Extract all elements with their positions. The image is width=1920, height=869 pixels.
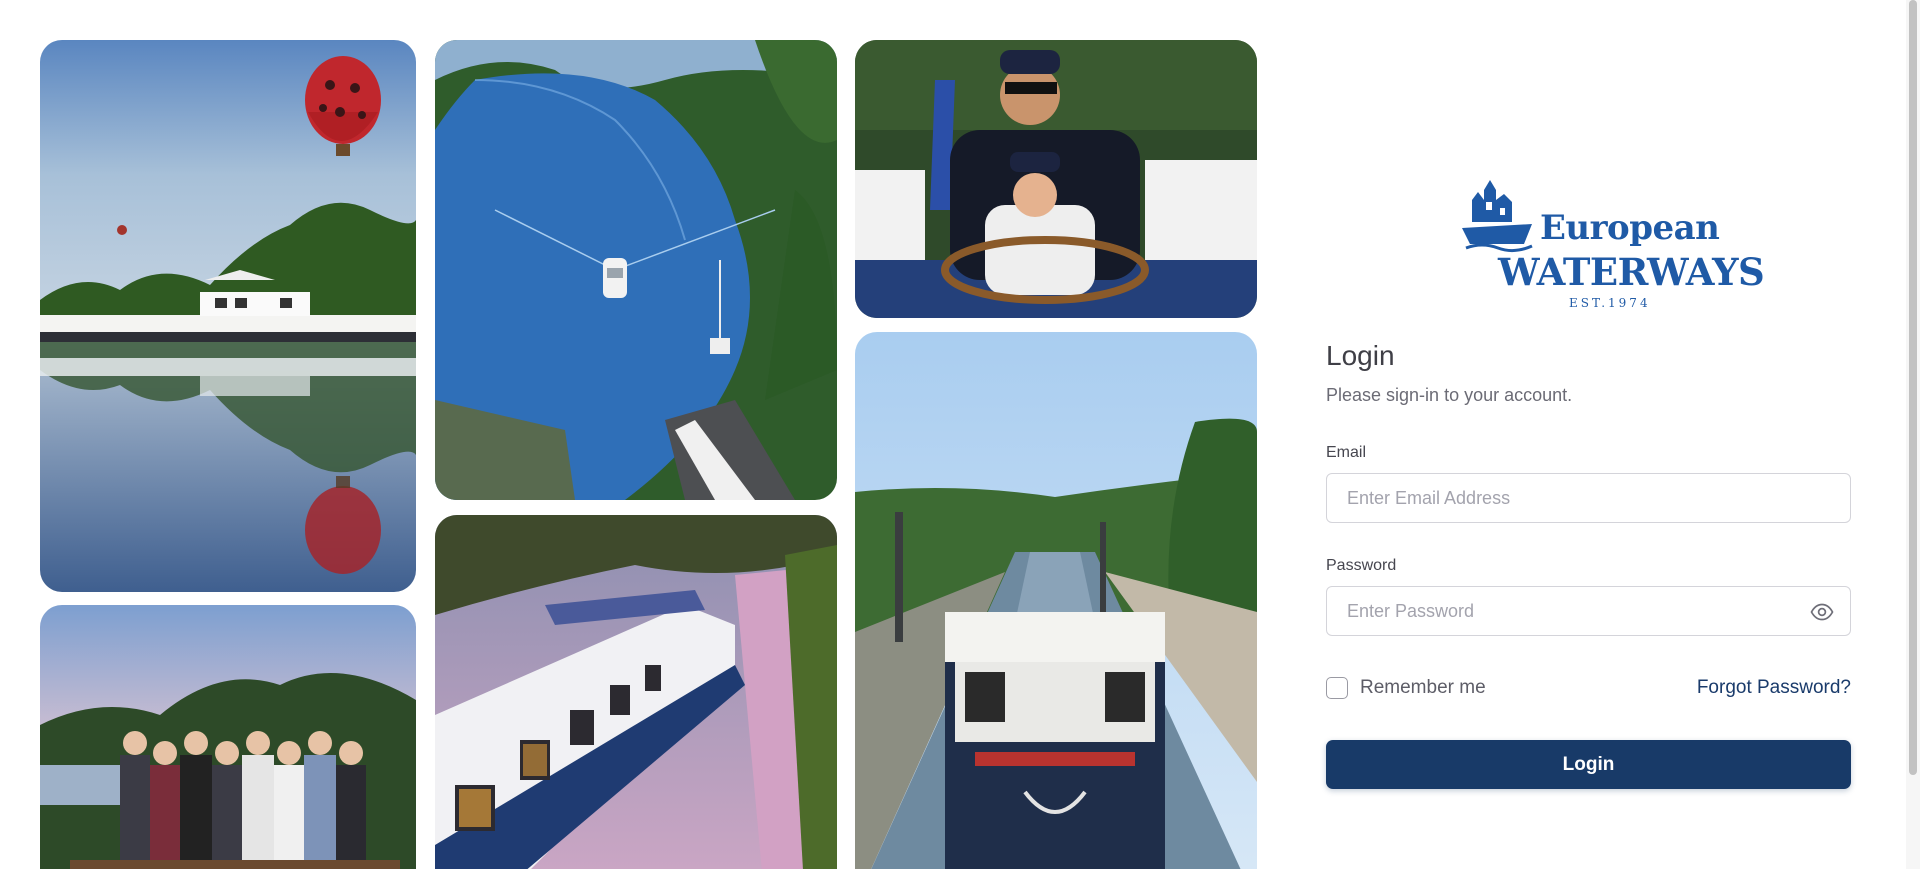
login-subtitle: Please sign-in to your account. — [1326, 385, 1573, 405]
remember-me[interactable]: Remember me — [1326, 676, 1486, 700]
castle-ship-icon — [1462, 180, 1533, 253]
scrollbar-thumb[interactable] — [1909, 0, 1917, 775]
login-button[interactable]: Login — [1326, 740, 1851, 789]
email-label: Email — [1326, 444, 1367, 461]
password-field[interactable] — [1326, 586, 1851, 636]
password-input[interactable] — [1345, 587, 1785, 635]
login-title: Login — [1326, 340, 1395, 371]
aqueduct-barge-photo — [855, 332, 1257, 869]
remember-me-checkbox[interactable] — [1326, 677, 1348, 699]
eye-icon[interactable] — [1810, 600, 1834, 624]
photo-gallery — [0, 0, 1280, 869]
barge-sunset-canal-photo — [435, 515, 837, 869]
aerial-river-photo — [435, 40, 837, 500]
email-field[interactable] — [1326, 473, 1851, 523]
page-scrollbar[interactable] — [1906, 0, 1920, 869]
brand-established: EST.1974 — [1569, 296, 1651, 310]
european-waterways-logo: European WATERWAYS EST.1974 — [1462, 172, 1765, 312]
login-panel: European WATERWAYS EST.1974 Login Please… — [1326, 0, 1851, 869]
brand-line-2: WATERWAYS — [1498, 250, 1765, 294]
balloon-barge-photo — [40, 40, 416, 592]
brand-line-1: European — [1540, 208, 1720, 248]
remember-me-label[interactable]: Remember me — [1360, 677, 1486, 699]
email-input[interactable] — [1345, 474, 1785, 522]
forgot-password-link[interactable]: Forgot Password? — [1697, 677, 1851, 699]
group-dinner-photo — [40, 605, 416, 869]
password-label: Password — [1326, 557, 1397, 574]
captain-child-photo — [855, 40, 1257, 318]
